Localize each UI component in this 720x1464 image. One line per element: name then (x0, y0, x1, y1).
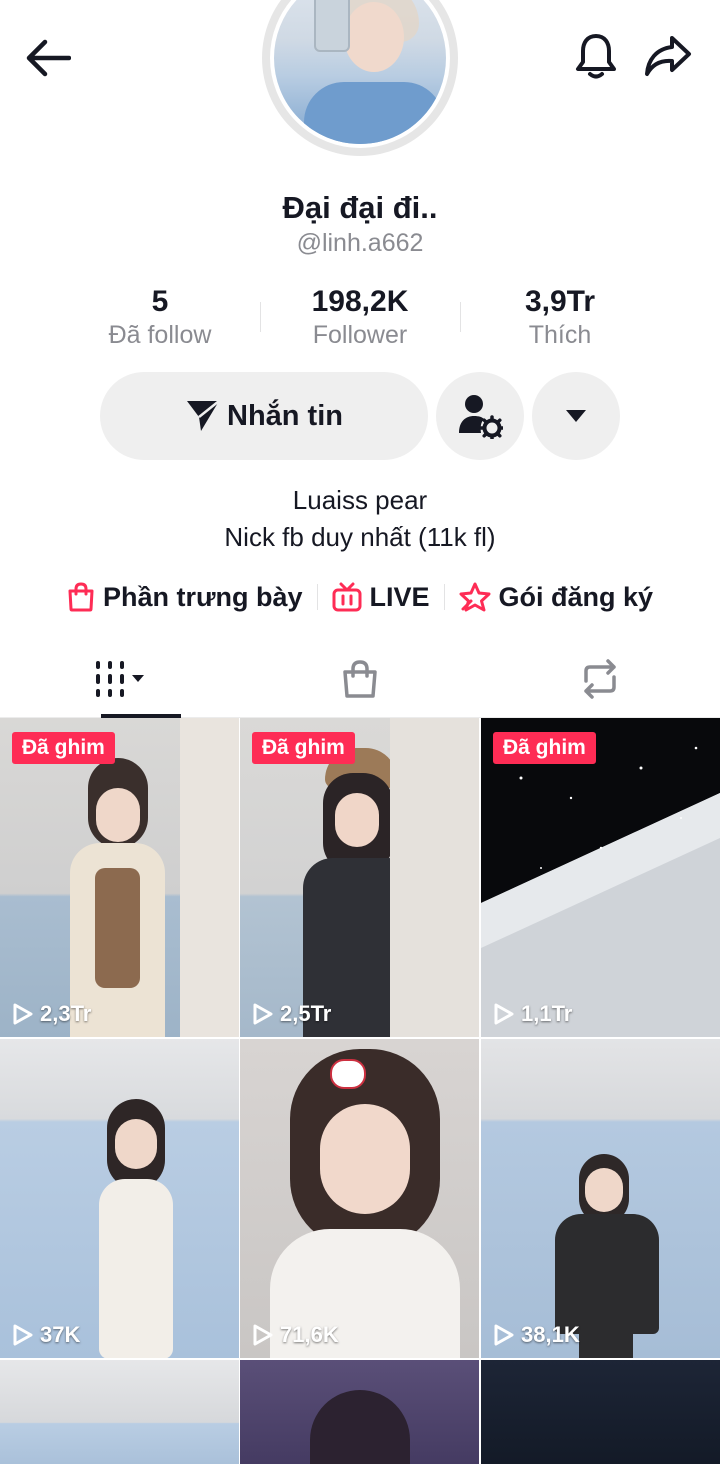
video-thumbnail[interactable]: 37K (0, 1039, 239, 1358)
followers-count: 198,2K (311, 285, 409, 318)
pinned-badge: Đã ghim (252, 732, 355, 764)
share-icon (645, 36, 691, 76)
back-button[interactable] (20, 30, 76, 86)
message-button-label: Nhắn tin (227, 399, 343, 432)
view-count-text: 71,6K (280, 1322, 339, 1347)
showcase-link[interactable]: Phần trưng bày (53, 582, 317, 613)
following-stat[interactable]: 5 Đã follow (60, 284, 260, 354)
pinned-badge: Đã ghim (493, 732, 596, 764)
view-count: 71,6K (252, 1322, 339, 1348)
bio-line: Luaiss pear (292, 485, 428, 515)
back-arrow-icon (26, 39, 71, 77)
star-icon (459, 582, 491, 612)
video-thumbnail[interactable]: 71,6K (240, 1039, 479, 1358)
username: @linh.a662 (296, 229, 424, 257)
following-label: Đã follow (108, 321, 212, 349)
video-thumbnail[interactable]: Đã ghim 2,3Tr (0, 718, 239, 1037)
play-icon (13, 1003, 33, 1025)
friend-settings-button[interactable] (436, 372, 524, 460)
bell-icon (576, 34, 616, 79)
video-thumbnail[interactable]: 38,1K (481, 1039, 720, 1358)
subscription-link[interactable]: Gói đăng ký (445, 582, 668, 613)
shopping-bag-icon (343, 660, 377, 698)
grid-videos-icon (96, 661, 144, 697)
avatar[interactable] (270, 0, 450, 148)
view-count-text: 2,3Tr (40, 1001, 92, 1026)
tab-shop[interactable] (240, 640, 480, 718)
share-button[interactable] (640, 28, 696, 84)
stat-divider (260, 302, 261, 332)
view-count-text: 1,1Tr (521, 1001, 573, 1026)
live-tv-icon (332, 582, 362, 612)
likes-label: Thích (528, 321, 592, 349)
video-thumbnail[interactable] (481, 1360, 720, 1464)
play-icon (253, 1324, 273, 1346)
pinned-badge: Đã ghim (12, 732, 115, 764)
play-icon (494, 1003, 514, 1025)
avatar-ring (262, 0, 458, 156)
view-count: 1,1Tr (493, 1001, 572, 1027)
view-count-text: 37K (40, 1322, 81, 1347)
video-thumbnail[interactable] (240, 1360, 479, 1464)
message-button[interactable]: Nhắn tin (100, 372, 428, 460)
view-count: 2,5Tr (252, 1001, 331, 1027)
profile-stats: 5 Đã follow 198,2K Follower 3,9Tr Thích (60, 284, 660, 354)
view-count-text: 2,5Tr (280, 1001, 332, 1026)
view-count: 37K (12, 1322, 80, 1348)
bio: Luaiss pear Nick fb duy nhất (11k fl) (0, 482, 720, 556)
following-count: 5 (151, 285, 169, 318)
tab-videos[interactable] (0, 640, 240, 718)
view-count: 2,3Tr (12, 1001, 91, 1027)
more-options-button[interactable] (532, 372, 620, 460)
video-thumbnail[interactable]: Đã ghim 1,1Tr (481, 718, 720, 1037)
repost-icon (584, 659, 616, 699)
followers-stat[interactable]: 198,2K Follower (260, 284, 460, 354)
content-tabs (0, 640, 720, 718)
video-thumbnail[interactable]: Đã ghim 2,5Tr (240, 718, 479, 1037)
play-icon (13, 1324, 33, 1346)
bio-line: Nick fb duy nhất (11k fl) (224, 522, 496, 552)
play-icon (494, 1324, 514, 1346)
profile-links: Phần trưng bày LIVE Gói đăng ký (0, 576, 720, 618)
caret-down-icon (566, 410, 586, 422)
showcase-label: Phần trưng bày (102, 581, 303, 612)
video-thumbnail[interactable] (0, 1360, 239, 1464)
likes-stat[interactable]: 3,9Tr Thích (460, 284, 660, 354)
user-settings-icon (459, 395, 503, 439)
view-count: 38,1K (493, 1322, 580, 1348)
followers-label: Follower (312, 321, 408, 349)
display-name: Đại đại đi.. (282, 190, 438, 225)
shopping-bag-icon (68, 582, 94, 612)
live-label: LIVE (369, 581, 430, 612)
subscription-label: Gói đăng ký (498, 581, 654, 612)
view-count-text: 38,1K (521, 1322, 580, 1347)
tab-repost[interactable] (480, 640, 720, 718)
notifications-button[interactable] (568, 28, 624, 84)
send-icon (187, 400, 220, 431)
stat-divider (460, 302, 461, 332)
play-icon (253, 1003, 273, 1025)
live-link[interactable]: LIVE (318, 582, 444, 613)
likes-count: 3,9Tr (524, 285, 596, 318)
